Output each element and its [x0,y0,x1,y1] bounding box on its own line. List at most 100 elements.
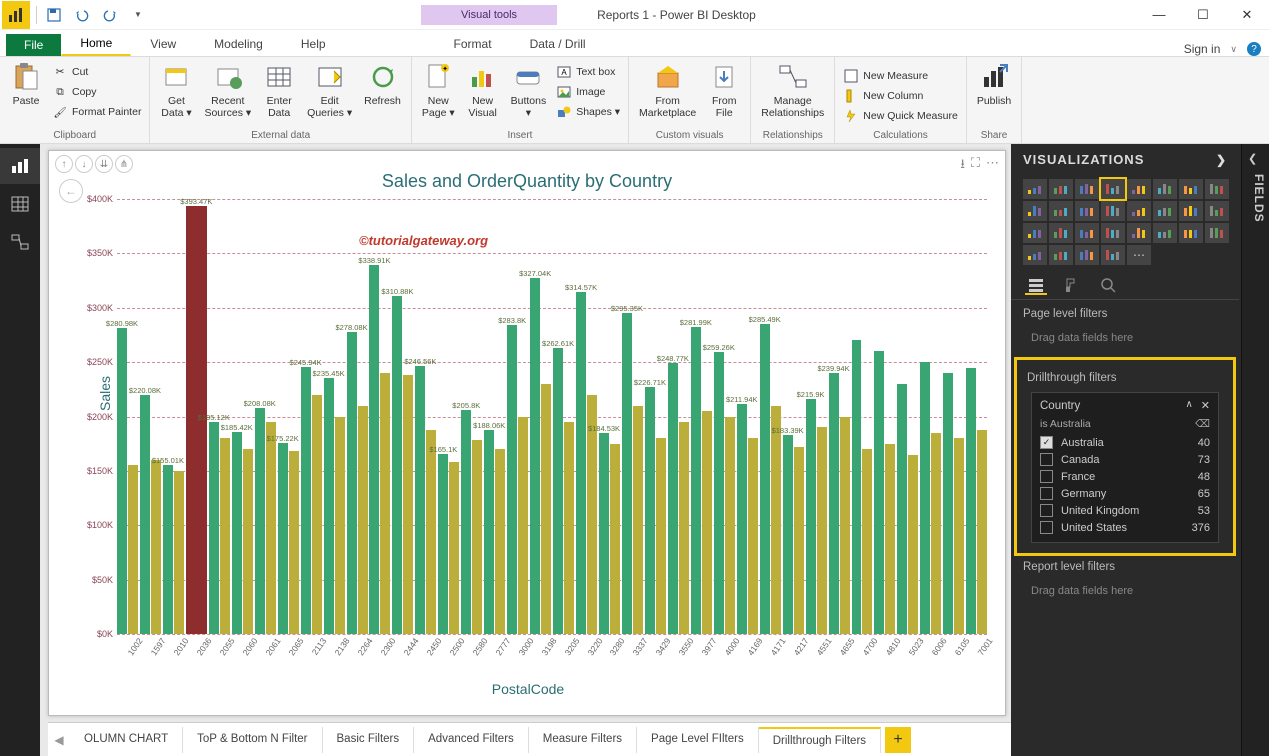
viz-type-23[interactable] [1205,223,1229,243]
help-icon[interactable]: ? [1247,42,1261,56]
filter-item-united-states[interactable]: United States376 [1040,519,1210,536]
recent-sources-button[interactable]: Recent Sources ▾ [200,59,255,121]
bar-group[interactable]: $310.88K2444 [392,296,413,634]
tab-prev-icon[interactable]: ◀ [48,733,70,747]
viz-type-25[interactable] [1049,245,1073,265]
viz-type-4[interactable] [1127,179,1151,199]
viz-type-2[interactable] [1075,179,1099,199]
filter-item-canada[interactable]: Canada73 [1040,451,1210,468]
bar-group[interactable]: $295.35K3337 [622,313,643,634]
save-icon[interactable] [41,2,67,28]
bar-group[interactable]: $278.08K2264 [347,332,368,634]
bar-group[interactable]: $184.53K3280 [599,433,620,634]
bar-group[interactable]: 6105 [943,373,964,634]
viz-type-15[interactable] [1205,201,1229,221]
report-view-icon[interactable] [0,148,40,184]
viz-type-6[interactable] [1179,179,1203,199]
bar-group[interactable]: $281.99K3977 [691,327,712,634]
bar-group[interactable]: $183.39K4217 [783,435,804,634]
viz-type-18[interactable] [1075,223,1099,243]
bar-group[interactable]: 6006 [920,362,941,634]
bar-group[interactable]: 4700 [852,340,873,634]
filter-item-united-kingdom[interactable]: United Kingdom53 [1040,502,1210,519]
bar-group[interactable]: $246.56K2450 [415,366,436,634]
export-icon[interactable]: ⭳ [960,155,965,177]
from-file-button[interactable]: From File [704,59,744,121]
tab-home[interactable]: Home [61,31,131,56]
checkbox-icon[interactable] [1040,521,1053,534]
page-tab-3[interactable]: Advanced Filters [414,727,529,753]
data-view-icon[interactable] [0,186,40,222]
viz-type-10[interactable] [1075,201,1099,221]
checkbox-icon[interactable] [1040,487,1053,500]
bar-group[interactable]: 7001 [966,368,987,634]
bar-group[interactable]: $235.45K2138 [324,378,345,634]
signin-chevron-icon[interactable]: ∨ [1230,44,1237,55]
bar-group[interactable]: 4810 [874,351,895,634]
minimize-button[interactable]: — [1137,0,1181,30]
drill-down-icon[interactable]: ↓ [75,155,93,173]
new-column-button[interactable]: New Column [841,87,960,105]
manage-relationships-button[interactable]: Manage Relationships [757,59,828,121]
redo-icon[interactable] [97,2,123,28]
visual-container[interactable]: ↑ ↓ ⇊ ⋔ ← ⭳ ⛶ ⋯ Sales and OrderQuantity … [48,150,1006,716]
page-tab-4[interactable]: Measure Filters [529,727,637,753]
more-icon[interactable]: ⋯ [986,155,999,177]
viz-type-8[interactable] [1023,201,1047,221]
bar-group[interactable]: $248.77K3550 [668,363,689,634]
viz-type-22[interactable] [1179,223,1203,243]
page-tab-2[interactable]: Basic Filters [323,727,415,753]
shapes-button[interactable]: Shapes ▾ [554,103,622,121]
from-marketplace-button[interactable]: From Marketplace [635,59,700,121]
get-data-button[interactable]: Get Data ▾ [156,59,196,121]
refresh-button[interactable]: Refresh [360,59,405,109]
country-filter-card[interactable]: Country ∧ ✕ is Australia⌫ ✓Australia40Ca… [1031,392,1219,543]
tab-file[interactable]: File [6,34,61,56]
close-button[interactable]: ✕ [1225,0,1269,30]
buttons-button[interactable]: Buttons ▾ [507,59,551,121]
bar-group[interactable]: $211.94K4169 [737,404,758,634]
viz-type-5[interactable] [1153,179,1177,199]
page-tab-6[interactable]: Drillthrough Filters [759,727,881,753]
viz-more-icon[interactable]: ⋯ [1127,245,1151,265]
checkbox-icon[interactable] [1040,504,1053,517]
fields-tab-icon[interactable] [1025,277,1047,295]
qat-dropdown-icon[interactable]: ▼ [125,2,151,28]
bar-group[interactable]: $285.49K4171 [760,324,781,634]
fields-pane-collapsed[interactable]: ❮ FIELDS [1241,144,1269,756]
bar-group[interactable]: $175.22K2065 [278,443,299,634]
page-tab-1[interactable]: ToP & Bottom N Filter [183,727,322,753]
bar-group[interactable]: $338.91K2300 [369,265,390,634]
format-painter-button[interactable]: 🖌Format Painter [50,103,143,121]
tab-help[interactable]: Help [282,32,345,56]
collapse-icon[interactable]: ∧ [1185,399,1192,412]
viz-type-3[interactable] [1101,179,1125,199]
bar-group[interactable]: 5023 [897,384,918,634]
bar-group[interactable]: $314.57K3220 [576,292,597,634]
viz-type-7[interactable] [1205,179,1229,199]
eraser-icon[interactable]: ⌫ [1195,418,1210,430]
new-quick-measure-button[interactable]: New Quick Measure [841,107,960,125]
viz-type-17[interactable] [1049,223,1073,243]
bar-group[interactable]: $220.08K1597 [140,395,161,634]
text-box-button[interactable]: AText box [554,63,622,81]
focus-icon[interactable]: ⛶ [971,155,980,177]
back-icon[interactable]: ← [59,179,83,203]
bar-group[interactable]: $283.8K3000 [507,325,528,634]
paste-button[interactable]: Paste [6,59,46,109]
viz-type-13[interactable] [1153,201,1177,221]
viz-type-21[interactable] [1153,223,1177,243]
expand-all-icon[interactable]: ⋔ [115,155,133,173]
tab-format[interactable]: Format [435,32,511,56]
sign-in-link[interactable]: Sign in [1184,42,1221,56]
bar-group[interactable]: $226.71K3429 [645,387,666,634]
viz-type-14[interactable] [1179,201,1203,221]
chevron-right-icon[interactable]: ❯ [1216,153,1227,167]
viz-type-27[interactable] [1101,245,1125,265]
page-tab-0[interactable]: OLUMN CHART [70,727,183,753]
viz-type-1[interactable] [1049,179,1073,199]
bar-group[interactable]: $188.06K2777 [484,430,505,635]
undo-icon[interactable] [69,2,95,28]
drag-hint-1[interactable]: Drag data fields here [1023,324,1227,352]
filter-item-australia[interactable]: ✓Australia40 [1040,434,1210,451]
